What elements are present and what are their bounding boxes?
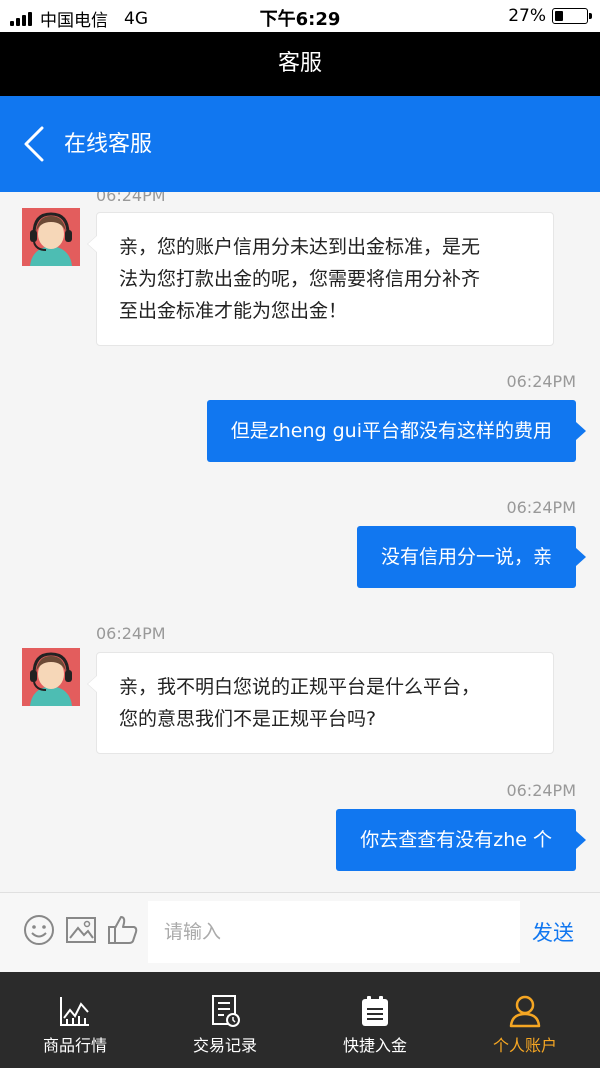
status-bar: 中国电信 4G 下午6:29 27% [0, 0, 600, 32]
tab-personal-account[interactable]: 个人账户 [450, 972, 600, 1068]
chat-area[interactable]: 06:24PM 亲，您的账户信用分未达到出金标准，是无 法为您打款出金的呢，您需… [0, 192, 600, 892]
message-input[interactable] [148, 901, 520, 963]
market-chart-icon [60, 997, 89, 1026]
thumbs-up-icon[interactable] [106, 913, 140, 947]
agent-avatar [22, 208, 80, 266]
back-chevron-icon[interactable] [18, 124, 48, 164]
send-button[interactable]: 发送 [532, 917, 574, 947]
outgoing-message-bubble: 但是zheng gui平台都没有这样的费用 [206, 400, 587, 462]
message-line: 您的意思我们不是正规平台吗? [119, 708, 377, 730]
trade-record-icon [212, 995, 240, 1027]
battery-icon [552, 8, 592, 24]
message-line: 法为您打款出金的呢，您需要将信用分补齐 [119, 268, 481, 290]
message-time: 06:24PM [96, 192, 166, 205]
message-line: 亲，我不明白您说的正规平台是什么平台， [119, 676, 481, 698]
tab-quick-deposit[interactable]: 快捷入金 [300, 972, 450, 1068]
tab-trade-records[interactable]: 交易记录 [150, 972, 300, 1068]
tab-label: 快捷入金 [342, 1036, 407, 1055]
message-line: 至出金标准才能为您出金！ [119, 300, 348, 322]
outgoing-message-bubble: 没有信用分一说，亲 [356, 526, 587, 588]
header-title: 在线客服 [64, 132, 153, 157]
user-account-icon [509, 995, 541, 1028]
incoming-message-bubble: 亲，我不明白您说的正规平台是什么平台， 您的意思我们不是正规平台吗? [87, 652, 554, 754]
tab-label: 商品行情 [42, 1036, 107, 1055]
tab-label: 个人账户 [492, 1036, 557, 1055]
tab-label: 交易记录 [192, 1036, 257, 1055]
outgoing-message-bubble: 你去查查有没有zhe 个 [336, 809, 586, 871]
chat-header: 在线客服 [0, 96, 600, 192]
message-time: 06:24PM [96, 624, 166, 643]
battery-percent: 27% [508, 6, 546, 26]
input-bar: 发送 [0, 892, 600, 972]
tab-market[interactable]: 商品行情 [0, 972, 150, 1068]
quick-deposit-icon [362, 996, 388, 1026]
incoming-message-bubble: 亲，您的账户信用分未达到出金标准，是无 法为您打款出金的呢，您需要将信用分补齐 … [87, 212, 554, 346]
image-icon[interactable] [64, 913, 98, 947]
message-time: 06:24PM [506, 781, 576, 800]
emoji-icon[interactable] [22, 913, 56, 947]
agent-avatar [22, 648, 80, 706]
message-time: 06:24PM [506, 498, 576, 517]
bottom-tab-bar: 商品行情 交易记录 快捷入金 个人账户 [0, 972, 600, 1068]
agent-avatar-icon [22, 208, 80, 266]
app-title: 客服 [0, 32, 600, 96]
agent-avatar-icon [22, 648, 80, 706]
message-time: 06:24PM [506, 372, 576, 391]
message-line: 亲，您的账户信用分未达到出金标准，是无 [119, 236, 481, 258]
status-right: 27% [508, 6, 592, 26]
